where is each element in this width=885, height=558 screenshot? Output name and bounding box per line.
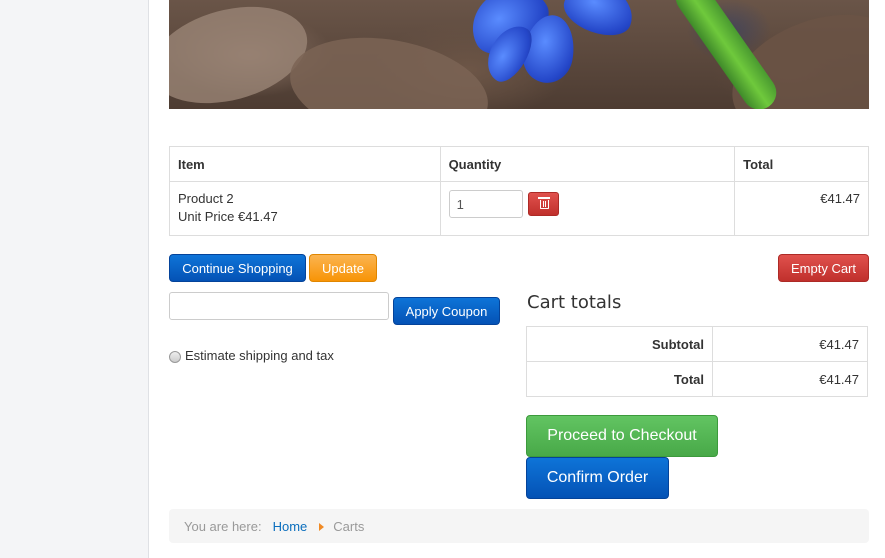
row-total: €41.47 xyxy=(734,181,869,236)
breadcrumb-prefix: You are here: xyxy=(184,518,262,534)
continue-shopping-button[interactable]: Continue Shopping xyxy=(169,254,306,282)
coupon-input[interactable] xyxy=(169,292,389,320)
quantity-cell xyxy=(439,181,736,236)
proceed-to-checkout-button[interactable]: Proceed to Checkout xyxy=(526,415,718,457)
empty-cart-button[interactable]: Empty Cart xyxy=(778,254,869,282)
total-label: Total xyxy=(526,361,713,397)
estimate-shipping[interactable]: Estimate shipping and tax xyxy=(169,348,334,363)
totals-table: Subtotal €41.47 Total €41.47 xyxy=(526,326,868,397)
cart-totals-title: Cart totals xyxy=(527,292,622,313)
estimate-label: Estimate shipping and tax xyxy=(185,348,334,363)
breadcrumb-current: Carts xyxy=(333,518,365,534)
header-item: Item xyxy=(169,146,441,182)
header-quantity: Quantity xyxy=(439,146,736,182)
hero-image xyxy=(169,0,869,109)
unit-price: Unit Price €41.47 xyxy=(178,209,278,224)
trash-icon xyxy=(538,197,551,209)
left-sidebar xyxy=(0,0,149,558)
cart-table: Item Quantity Total Product 2 Unit Price… xyxy=(169,146,869,236)
estimate-radio[interactable] xyxy=(169,351,181,363)
breadcrumb-home-link[interactable]: Home xyxy=(273,519,308,534)
subtotal-label: Subtotal xyxy=(526,326,713,362)
item-cell: Product 2 Unit Price €41.47 xyxy=(169,181,441,236)
header-total: Total xyxy=(734,146,869,182)
apply-coupon-button[interactable]: Apply Coupon xyxy=(393,297,500,325)
table-row: Subtotal €41.47 xyxy=(526,326,868,362)
breadcrumb: You are here: Home Carts xyxy=(169,509,869,543)
update-button[interactable]: Update xyxy=(309,254,377,282)
caret-right-icon xyxy=(319,523,325,531)
confirm-order-button[interactable]: Confirm Order xyxy=(526,457,669,499)
table-row: Total €41.47 xyxy=(526,361,868,397)
quantity-input[interactable] xyxy=(448,190,523,218)
table-row: Product 2 Unit Price €41.47 €41.47 xyxy=(169,181,869,236)
delete-item-button[interactable] xyxy=(528,192,560,216)
subtotal-value: €41.47 xyxy=(712,326,868,362)
total-value: €41.47 xyxy=(712,361,868,397)
product-name: Product 2 xyxy=(178,191,234,206)
